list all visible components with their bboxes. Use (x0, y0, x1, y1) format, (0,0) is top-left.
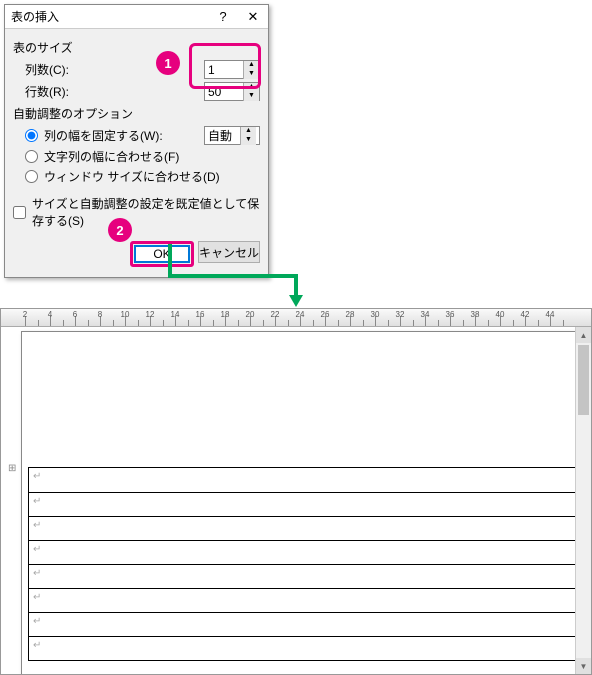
table-row[interactable]: ↵ (29, 468, 577, 492)
width-up-icon[interactable]: ▲ (240, 127, 256, 136)
ruler-label: 24 (296, 310, 305, 319)
table-row[interactable]: ↵ (29, 492, 577, 516)
ruler-label: 6 (73, 310, 77, 319)
spinner-highlight (189, 43, 261, 89)
table-anchor-icon[interactable]: ⊞ (8, 463, 16, 474)
scroll-down-icon[interactable]: ▼ (576, 658, 591, 674)
paragraph-mark-icon: ↵ (33, 544, 41, 555)
fixed-width-value-text: 自動 (208, 127, 240, 144)
ruler-label: 44 (546, 310, 555, 319)
width-down-icon[interactable]: ▼ (240, 136, 256, 145)
table-row[interactable]: ↵ (29, 540, 577, 564)
document-area: 2468101214161820222426283032343638404244… (0, 308, 592, 675)
ruler-label: 26 (321, 310, 330, 319)
paragraph-mark-icon: ↵ (33, 496, 41, 507)
arrow-segment-v2 (294, 274, 298, 296)
close-button[interactable]: ✕ (238, 6, 268, 28)
scroll-up-icon[interactable]: ▲ (576, 327, 591, 343)
vertical-scrollbar[interactable]: ▲ ▼ (575, 327, 591, 674)
fixed-width-radio[interactable] (25, 129, 38, 142)
dialog-title: 表の挿入 (5, 8, 208, 25)
inserted-table[interactable]: ↵ ↵ ↵ ↵ ↵ ↵ ↵ ↵ (28, 467, 578, 661)
fixed-width-label: 列の幅を固定する(W): (44, 127, 163, 144)
ruler-label: 30 (371, 310, 380, 319)
table-row[interactable]: ↵ (29, 636, 577, 660)
arrow-head-icon (289, 295, 303, 307)
paragraph-mark-icon: ↵ (33, 568, 41, 579)
ruler-label: 36 (446, 310, 455, 319)
arrow-segment-h (168, 274, 296, 278)
save-defaults-label: サイズと自動調整の設定を既定値として保存する(S) (32, 195, 260, 229)
paragraph-mark-icon: ↵ (33, 616, 41, 627)
ruler-ticks: 2468101214161820222426283032343638404244 (25, 309, 591, 326)
table-row[interactable]: ↵ (29, 516, 577, 540)
paragraph-mark-icon: ↵ (33, 471, 41, 482)
ruler-label: 16 (196, 310, 205, 319)
rows-label: 行数(R): (25, 83, 204, 100)
ruler-label: 18 (221, 310, 230, 319)
ok-button[interactable]: OK (134, 245, 190, 263)
callout-2: 2 (108, 218, 132, 242)
ruler-label: 2 (23, 310, 27, 319)
ruler-label: 40 (496, 310, 505, 319)
ruler-label: 14 (171, 310, 180, 319)
paragraph-mark-icon: ↵ (33, 520, 41, 531)
table-row[interactable]: ↵ (29, 588, 577, 612)
ruler-label: 34 (421, 310, 430, 319)
autofit-window-radio[interactable] (25, 170, 38, 183)
arrow-segment-v1 (168, 244, 172, 276)
cancel-button[interactable]: キャンセル (198, 241, 260, 263)
table-row[interactable]: ↵ (29, 564, 577, 588)
scroll-thumb[interactable] (578, 345, 589, 415)
horizontal-ruler: 2468101214161820222426283032343638404244 (1, 309, 591, 327)
button-bar: OK キャンセル (13, 237, 260, 269)
ruler-label: 10 (121, 310, 130, 319)
ok-highlight: OK (130, 241, 194, 267)
autofit-window-label: ウィンドウ サイズに合わせる(D) (44, 168, 220, 185)
paragraph-mark-icon: ↵ (33, 640, 41, 651)
ruler-label: 8 (98, 310, 102, 319)
ruler-label: 4 (48, 310, 52, 319)
document-page: ⊞ ↵↵↵↵↵↵↵↵ (21, 331, 585, 675)
save-defaults-checkbox[interactable] (13, 206, 26, 219)
ruler-label: 32 (396, 310, 405, 319)
ruler-label: 38 (471, 310, 480, 319)
fixed-width-value[interactable]: 自動 ▲▼ (204, 126, 260, 145)
table-row[interactable]: ↵ (29, 612, 577, 636)
help-button[interactable]: ? (208, 6, 238, 28)
paragraph-mark-icon: ↵ (33, 592, 41, 603)
callout-1: 1 (156, 51, 180, 75)
section-auto-label: 自動調整のオプション (13, 105, 260, 122)
ruler-label: 42 (521, 310, 530, 319)
ruler-label: 28 (346, 310, 355, 319)
ruler-label: 20 (246, 310, 255, 319)
dialog-titlebar: 表の挿入 ? ✕ (5, 5, 268, 29)
rows-down-icon[interactable]: ▼ (243, 92, 259, 101)
ruler-label: 22 (271, 310, 280, 319)
ruler-label: 12 (146, 310, 155, 319)
autofit-contents-radio[interactable] (25, 150, 38, 163)
autofit-contents-label: 文字列の幅に合わせる(F) (44, 148, 179, 165)
